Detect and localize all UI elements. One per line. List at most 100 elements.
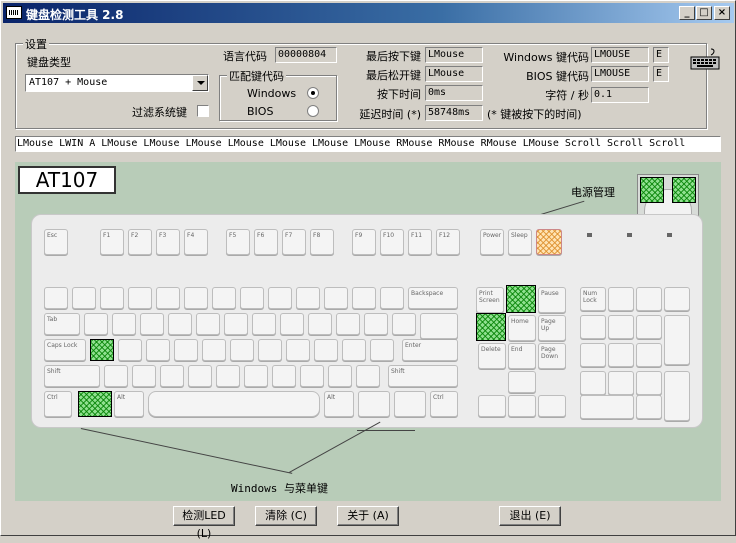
filter-system-keys-label: 过滤系统键: [132, 106, 187, 119]
maximize-button[interactable]: □: [696, 6, 712, 20]
key-enter: Enter: [402, 339, 458, 361]
key: [356, 365, 380, 387]
close-button[interactable]: ×: [714, 6, 730, 20]
key-space: [148, 391, 320, 417]
key: [364, 313, 388, 335]
numpad-key: [636, 287, 662, 311]
key-left-alt: Alt: [114, 391, 144, 417]
last-up-label: 最后松开键: [366, 69, 421, 82]
settings-group-label: 设置: [23, 36, 49, 52]
key: [224, 313, 248, 335]
key: [160, 365, 184, 387]
scroll-lock-led: [667, 233, 672, 237]
key-right-shift: Shift: [388, 365, 458, 387]
key: [286, 339, 310, 361]
windows-menu-keys-label: Windows 与菜单键: [231, 482, 328, 495]
numpad-key: [580, 343, 606, 367]
numpad-key: [636, 371, 662, 395]
key-f1: F1: [100, 229, 124, 255]
radio-bios[interactable]: [307, 105, 319, 117]
key: [156, 287, 180, 309]
numpad-key: [636, 343, 662, 367]
key-esc: Esc: [44, 229, 68, 255]
keyboard-body: Esc F1 F2 F3 F4 F5 F6 F7 F8 F9 F10 F11 F…: [31, 214, 703, 428]
key: [140, 313, 164, 335]
keyboard-icon: [690, 48, 720, 70]
caps-lock-led: [627, 233, 632, 237]
key-backspace: Backspace: [408, 287, 458, 309]
key-delete: Delete: [478, 343, 506, 369]
key-page-down: Page Down: [538, 343, 566, 369]
numpad-key: [608, 287, 634, 311]
key: [308, 313, 332, 335]
key: [336, 313, 360, 335]
bios-keycode-flag: E: [653, 66, 669, 82]
key-pause: Pause: [538, 287, 566, 313]
keyboard-type-select[interactable]: AT107 + Mouse: [25, 74, 209, 92]
key-num-lock: Num Lock: [580, 287, 606, 311]
key-left-ctrl: Ctrl: [44, 391, 72, 417]
numpad-key: [608, 371, 634, 395]
numpad-key: [608, 315, 634, 339]
key: [252, 313, 276, 335]
num-lock-led: [587, 233, 592, 237]
key: [230, 339, 254, 361]
key-f12: F12: [436, 229, 460, 255]
key-home: Home: [508, 315, 536, 341]
lang-code-field: 00000804: [275, 47, 337, 63]
numpad-key: [636, 395, 662, 419]
minimize-button[interactable]: _: [679, 6, 695, 20]
numpad-key: [580, 371, 606, 395]
keyboard-model-label: AT107: [18, 166, 116, 194]
key-right-alt: Alt: [324, 391, 354, 417]
exit-button[interactable]: 退出 (E): [499, 506, 561, 526]
key-f11: F11: [408, 229, 432, 255]
key: [112, 313, 136, 335]
window-title: 键盘检测工具 2.8: [26, 8, 124, 22]
main-window: 键盘检测工具 2.8 _ □ × 设置 键盘类型 AT107 + Mouse 过…: [0, 0, 736, 540]
key-right-ctrl: Ctrl: [430, 391, 458, 417]
numpad-key: [664, 315, 690, 365]
chars-per-sec-label: 字符 / 秒: [545, 89, 589, 102]
about-button[interactable]: 关于 (A): [337, 506, 399, 526]
chevron-down-icon[interactable]: [192, 75, 208, 91]
clear-button[interactable]: 清除 (C): [255, 506, 317, 526]
numpad-key: [636, 315, 662, 339]
key-sleep: Sleep: [508, 229, 532, 255]
key: [324, 287, 348, 309]
filter-system-keys-checkbox[interactable]: [197, 105, 209, 117]
key-f9: F9: [352, 229, 376, 255]
key: [392, 313, 416, 335]
key-left-shift: Shift: [44, 365, 100, 387]
title-bar[interactable]: 键盘检测工具 2.8 _ □ ×: [3, 3, 734, 23]
keyboard-type-value: AT107 + Mouse: [29, 77, 108, 88]
key: [352, 287, 376, 309]
key-page-up: Page Up: [538, 315, 566, 341]
key-print-screen: Print Screen: [476, 287, 504, 313]
key-f8: F8: [310, 229, 334, 255]
key-menu: [394, 391, 426, 417]
key-arrow-down: [508, 395, 536, 417]
key: [216, 365, 240, 387]
key: [196, 313, 220, 335]
radio-windows[interactable]: [307, 87, 319, 99]
key-arrow-up: [508, 371, 536, 393]
key-f3: F3: [156, 229, 180, 255]
detect-led-button[interactable]: 检测LED (L): [173, 506, 235, 540]
key-power: Power: [480, 229, 504, 255]
radio-bios-label: BIOS: [247, 105, 274, 118]
key: [296, 287, 320, 309]
key: [212, 287, 236, 309]
windows-keycode-flag: E: [653, 47, 669, 63]
last-up-field: LMouse: [425, 66, 483, 82]
key-scroll-lock-pressed: [506, 285, 536, 313]
key: [280, 313, 304, 335]
key-tab: Tab: [44, 313, 80, 335]
mouse-right-button-pressed: [672, 177, 696, 203]
key-wake-highlighted: [536, 229, 562, 255]
key: [132, 365, 156, 387]
key: [104, 365, 128, 387]
press-time-label: 按下时间: [377, 88, 421, 101]
radio-windows-label: Windows: [247, 87, 297, 100]
key: [258, 339, 282, 361]
